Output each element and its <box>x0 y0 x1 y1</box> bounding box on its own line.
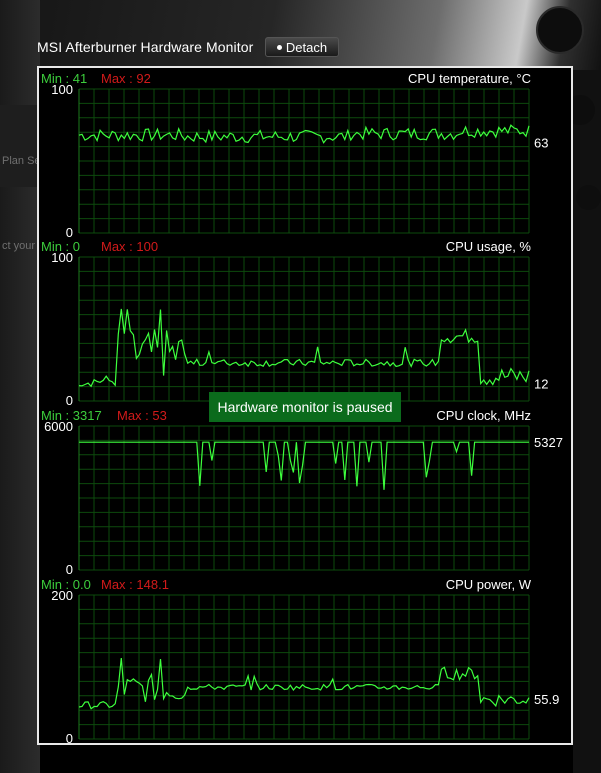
graph-title: CPU clock, MHz <box>436 408 531 423</box>
y-axis-top-label: 200 <box>51 588 73 603</box>
current-value-label: 12 <box>534 377 548 392</box>
y-axis-top-label: 100 <box>51 82 73 97</box>
background-right-edge <box>573 70 601 773</box>
current-value-label: 55.9 <box>534 692 559 707</box>
background-window-chrome <box>0 0 601 70</box>
y-axis-bottom-label: 0 <box>66 225 73 240</box>
y-axis-bottom-label: 0 <box>66 393 73 408</box>
max-label: Max : 148.1 <box>101 577 169 592</box>
background-round-button <box>536 6 584 54</box>
y-axis-top-label: 100 <box>51 250 73 265</box>
y-axis-bottom-label: 0 <box>66 562 73 577</box>
detach-button[interactable]: Detach <box>265 37 339 57</box>
current-value-label: 63 <box>534 135 548 150</box>
window-title: MSI Afterburner Hardware Monitor <box>37 39 254 55</box>
graph-title: CPU power, W <box>446 577 532 592</box>
graph-title: CPU temperature, °C <box>408 71 531 86</box>
y-axis-bottom-label: 0 <box>66 731 73 743</box>
max-label: Max : 100 <box>101 239 158 254</box>
graph-title: CPU usage, % <box>446 239 532 254</box>
detach-label: Detach <box>285 39 328 55</box>
paused-message: Hardware monitor is paused <box>209 392 401 422</box>
current-value-label: 5327 <box>534 435 563 450</box>
background-round-button <box>576 185 601 210</box>
y-axis-top-label: 6000 <box>44 419 73 434</box>
max-label: Max : 92 <box>101 71 151 86</box>
max-label: Max : 53 <box>117 408 167 423</box>
detach-icon <box>276 44 282 50</box>
